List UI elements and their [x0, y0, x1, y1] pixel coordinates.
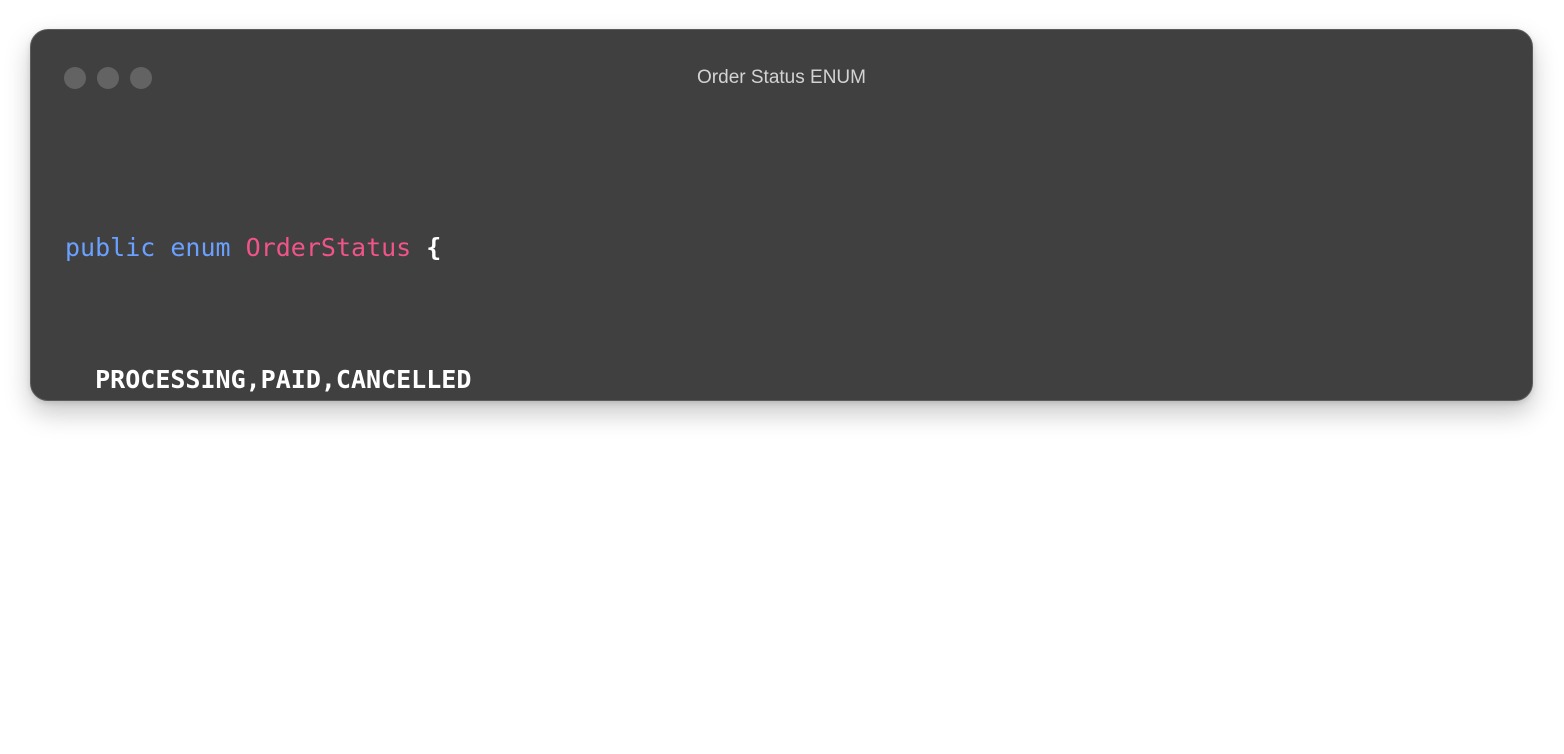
- code-line-values: PROCESSING,PAID,CANCELLED: [65, 358, 471, 402]
- window-titlebar: Order Status ENUM: [31, 30, 1532, 122]
- code-line-declaration: public enum OrderStatus {: [65, 226, 471, 270]
- window-title: Order Status ENUM: [697, 67, 866, 88]
- open-brace: {: [426, 233, 442, 262]
- keyword-enum: enum: [170, 233, 231, 262]
- code-block: public enum OrderStatus { PROCESSING,PAI…: [65, 138, 471, 754]
- code-line-close: }: [65, 622, 471, 666]
- enum-values: PROCESSING,PAID,CANCELLED: [95, 365, 472, 394]
- keyword-public: public: [65, 233, 156, 262]
- close-brace: }: [65, 629, 81, 658]
- enum-type-name: OrderStatus: [245, 233, 412, 262]
- code-window: Order Status ENUM public enum OrderStatu…: [30, 29, 1533, 658]
